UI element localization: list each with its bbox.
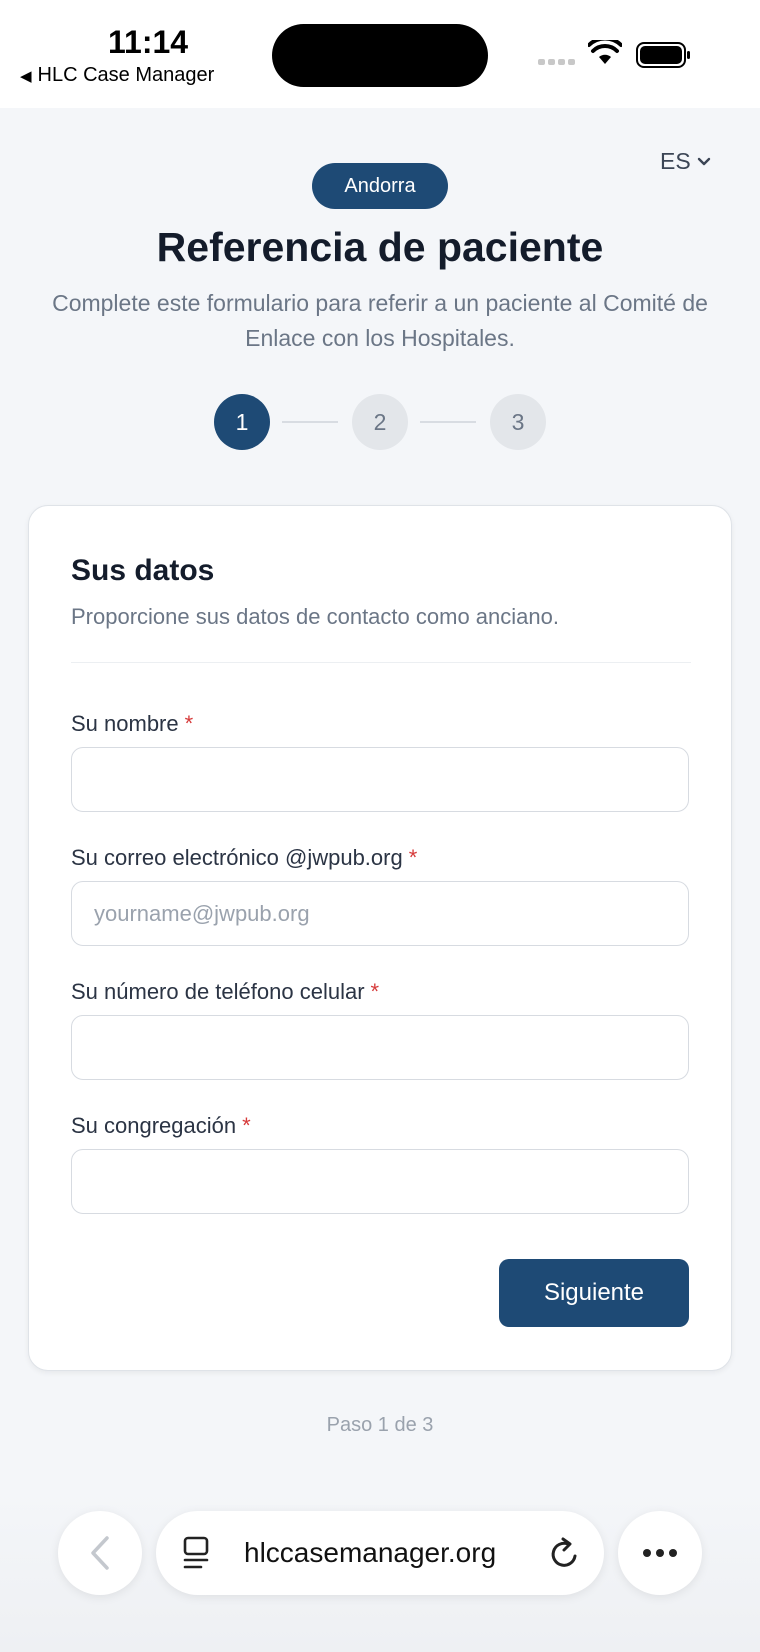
status-time: 11:14 [108, 24, 189, 60]
email-label: Su correo electrónico @jwpub.org * [71, 845, 418, 870]
wifi-icon [588, 40, 622, 64]
back-to-app-link[interactable]: ◀ HLC Case Manager [20, 64, 214, 87]
browser-back-button[interactable] [58, 1511, 142, 1595]
required-marker: * [184, 711, 194, 736]
step-connector [420, 421, 476, 423]
name-input[interactable] [71, 747, 689, 812]
progress-stepper: 1 2 3 [214, 394, 546, 450]
dynamic-island [272, 24, 488, 87]
congregation-input[interactable] [71, 1149, 689, 1214]
battery-icon [636, 42, 690, 68]
email-input[interactable] [71, 881, 689, 946]
step-1-indicator: 1 [214, 394, 270, 450]
page-subtitle: Complete este formulario para referir a … [52, 290, 708, 351]
reload-icon[interactable] [548, 1535, 582, 1571]
more-options-button[interactable] [618, 1511, 702, 1595]
more-dots-icon [643, 1549, 677, 1557]
page-title: Referencia de paciente [156, 224, 604, 270]
step-2-indicator: 2 [352, 394, 408, 450]
phone-label: Su número de teléfono celular * [71, 979, 380, 1004]
cellular-signal-icon [538, 59, 575, 65]
status-bar: 11:14 ◀ HLC Case Manager [0, 0, 760, 108]
url-text: hlccasemanager.org [244, 1537, 497, 1568]
country-badge: Andorra [312, 163, 448, 209]
required-marker: * [408, 845, 418, 870]
section-divider [71, 662, 691, 663]
back-app-label: HLC Case Manager [37, 64, 215, 86]
phone-input[interactable] [71, 1015, 689, 1080]
section-title: Sus datos [71, 554, 215, 587]
next-button[interactable]: Siguiente [499, 1259, 689, 1327]
required-marker: * [242, 1113, 251, 1138]
step-3-indicator: 3 [490, 394, 546, 450]
step-counter: Paso 1 de 3 [326, 1414, 434, 1436]
language-code: ES [660, 148, 691, 174]
required-marker: * [370, 979, 380, 1004]
language-selector[interactable]: ES [660, 148, 711, 175]
form-card: Sus datos Proporcione sus datos de conta… [28, 505, 732, 1371]
name-label: Su nombre * [71, 711, 194, 736]
back-triangle-icon: ◀ [20, 67, 32, 85]
chevron-down-icon [697, 157, 710, 165]
chevron-left-icon [91, 1536, 109, 1570]
congregation-label: Su congregación * [71, 1113, 251, 1138]
section-subtitle: Proporcione sus datos de contacto como a… [71, 604, 559, 629]
step-connector [282, 421, 338, 423]
page-menu-icon[interactable] [182, 1535, 212, 1571]
address-bar[interactable]: hlccasemanager.org [156, 1511, 604, 1595]
